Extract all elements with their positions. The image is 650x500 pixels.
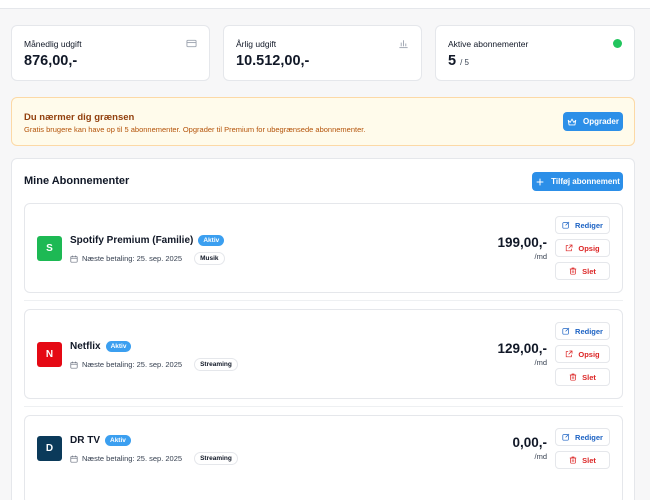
subscription-period: /md: [534, 452, 547, 461]
bar-chart-icon: [399, 40, 408, 49]
delete-button[interactable]: Slet: [555, 368, 610, 386]
subscription-avatar: N: [37, 342, 62, 367]
subscription-meta: Næste betaling: 25. sep. 2025 Musik: [70, 252, 225, 265]
subscription-name: DR TV Aktiv: [70, 435, 131, 446]
stat-value: 5 / 5: [448, 53, 469, 69]
cancel-subscription-button[interactable]: Opsig: [555, 239, 610, 257]
subscription-avatar: D: [37, 436, 62, 461]
stat-label: Aktive abonnementer: [448, 39, 529, 49]
delete-button-label: Slet: [582, 455, 596, 465]
status-dot: [613, 39, 622, 48]
stat-value: 876,00,-: [24, 53, 78, 69]
trash-icon: [569, 373, 577, 381]
external-link-icon: [566, 350, 573, 358]
subscription-period: /md: [534, 252, 547, 261]
subscription-name-text: DR TV: [70, 435, 100, 446]
stat-card-yearly: Årlig udgift 10.512,00,-: [223, 25, 422, 81]
active-count: 5: [448, 53, 457, 69]
delete-button-label: Slet: [582, 372, 596, 382]
upgrade-button-label: Opgrader: [582, 117, 619, 126]
next-payment: Næste betaling: 25. sep. 2025: [82, 360, 183, 369]
subscription-name: Spotify Premium (Familie) Aktiv: [70, 235, 225, 246]
stat-card-monthly: Månedlig udgift 876,00,-: [11, 25, 210, 81]
subscription-name: Netflix Aktiv: [70, 341, 132, 352]
subscription-name-text: Netflix: [70, 341, 101, 352]
delete-button[interactable]: Slet: [555, 262, 610, 280]
external-link-icon: [566, 244, 573, 252]
add-subscription-label: Tilføj abonnement: [551, 177, 620, 186]
category-tag: Streaming: [194, 452, 238, 465]
trash-icon: [569, 267, 577, 275]
divider: [24, 300, 623, 301]
cancel-button-label: Opsig: [578, 243, 600, 253]
delete-button[interactable]: Slet: [555, 451, 610, 469]
subscription-card-netflix: N Netflix Aktiv Næste betaling: 25. sep.…: [24, 309, 623, 399]
status-badge: Aktiv: [105, 435, 131, 446]
calendar-icon: [70, 455, 78, 463]
limit-warning-banner: Du nærmer dig grænsen Gratis brugere kan…: [11, 97, 635, 146]
add-subscription-button[interactable]: Tilføj abonnement: [532, 172, 623, 191]
divider: [24, 406, 623, 407]
edit-button[interactable]: Rediger: [555, 216, 610, 234]
subscription-meta: Næste betaling: 25. sep. 2025 Streaming: [70, 358, 238, 371]
status-badge: Aktiv: [105, 341, 132, 352]
category-tag: Musik: [194, 252, 225, 265]
subscription-price: 129,00,-: [497, 341, 547, 356]
cancel-subscription-button[interactable]: Opsig: [555, 345, 610, 363]
edit-button[interactable]: Rediger: [555, 428, 610, 446]
subscription-meta: Næste betaling: 25. sep. 2025 Streaming: [70, 452, 238, 465]
stat-value: 10.512,00,-: [236, 53, 310, 69]
panel-title: Mine Abonnementer: [24, 175, 130, 187]
edit-icon: [562, 221, 570, 229]
trash-icon: [569, 456, 577, 464]
stat-label: Månedlig udgift: [24, 39, 82, 49]
subscription-price: 0,00,-: [512, 435, 547, 450]
next-payment: Næste betaling: 25. sep. 2025: [82, 454, 183, 463]
top-bar: [0, 0, 650, 9]
upgrade-button[interactable]: Opgrader: [563, 112, 623, 131]
calendar-icon: [70, 361, 78, 369]
delete-button-label: Slet: [582, 266, 596, 276]
stat-card-active: Aktive abonnementer 5 / 5: [435, 25, 635, 81]
stat-label: Årlig udgift: [236, 39, 277, 49]
active-limit: / 5: [460, 58, 470, 67]
category-tag: Streaming: [194, 358, 238, 371]
edit-button-label: Rediger: [575, 220, 603, 230]
subscription-name-text: Spotify Premium (Familie): [70, 235, 194, 246]
next-payment: Næste betaling: 25. sep. 2025: [82, 254, 183, 263]
plus-icon: [536, 178, 544, 185]
subscription-card-spotify: S Spotify Premium (Familie) Aktiv Næste …: [24, 203, 623, 293]
credit-card-icon: [186, 39, 197, 48]
subscription-avatar: S: [37, 236, 62, 261]
crown-icon: [567, 118, 577, 125]
subscriptions-panel: Mine Abonnementer Tilføj abonnement S Sp…: [11, 158, 635, 500]
edit-button-label: Rediger: [575, 326, 603, 336]
edit-icon: [562, 433, 570, 441]
edit-icon: [562, 327, 570, 335]
banner-text: Gratis brugere kan have op til 5 abonnem…: [24, 125, 366, 134]
cancel-button-label: Opsig: [578, 349, 600, 359]
subscription-card-drtv: D DR TV Aktiv Næste betaling: 25. sep. 2…: [24, 415, 623, 500]
edit-button-label: Rediger: [575, 432, 603, 442]
edit-button[interactable]: Rediger: [555, 322, 610, 340]
calendar-icon: [70, 255, 78, 263]
subscription-period: /md: [534, 358, 547, 367]
banner-title: Du nærmer dig grænsen: [24, 112, 135, 123]
status-badge: Aktiv: [198, 235, 225, 246]
subscription-price: 199,00,-: [497, 235, 547, 250]
